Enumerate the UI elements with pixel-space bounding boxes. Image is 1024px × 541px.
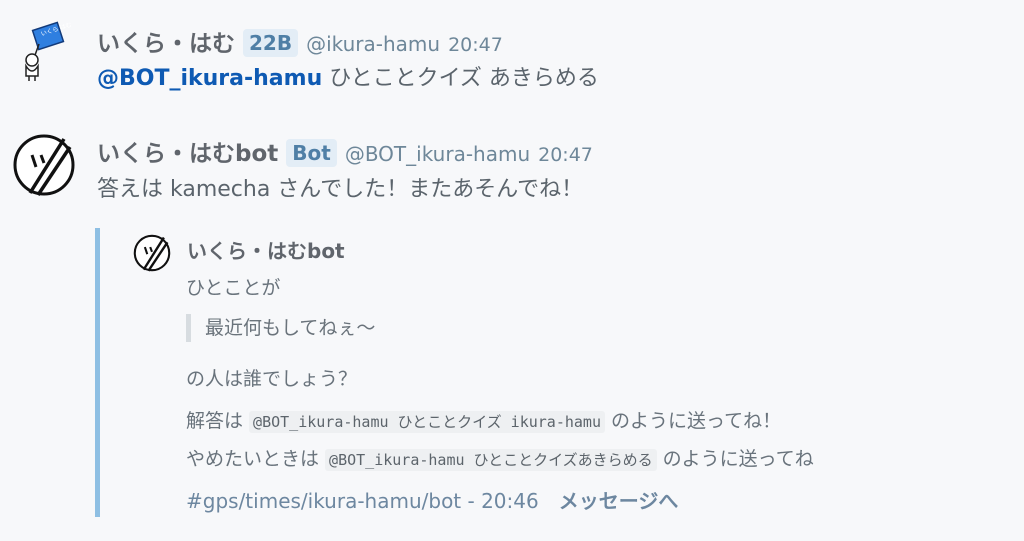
message-text: ひとことクイズ あきらめる xyxy=(322,66,599,91)
embed-answer-line: 解答は @BOT_ikura-hamu ひとことクイズ ikura-hamu の… xyxy=(186,406,781,433)
embed-line-1: ひとことが xyxy=(186,277,281,299)
mention-link[interactable]: @BOT_ikura-hamu xyxy=(97,66,322,91)
quit-code: @BOT_ikura-hamu ひとことクイズあきらめる xyxy=(325,449,657,471)
quit-prefix: やめたいときは xyxy=(186,448,326,470)
answer-prefix: 解答は xyxy=(186,410,250,432)
embed-quit-line: やめたいときは @BOT_ikura-hamu ひとことクイズあきらめる のよう… xyxy=(186,444,814,471)
bot-face-avatar-icon[interactable] xyxy=(12,133,76,197)
jump-to-message-link[interactable]: メッセージへ xyxy=(559,489,679,513)
answer-code: @BOT_ikura-hamu ひとことクイズ ikura-hamu xyxy=(249,411,605,433)
embed-footer: #gps/times/ikura-hamu/bot - 20:46 メッセージへ xyxy=(186,485,678,514)
username[interactable]: いくら・はむbot xyxy=(97,134,278,168)
bot-face-avatar-icon xyxy=(133,234,171,272)
embed-quote: 最近何もしてねぇ〜 xyxy=(186,314,375,342)
timestamp[interactable]: 20:47 xyxy=(538,144,593,166)
embedded-message[interactable]: いくら・はむbot ひとことが 最近何もしてねぇ〜 の人は誰でしょう？ 解答は … xyxy=(95,228,980,517)
quit-suffix: のように送ってね xyxy=(656,448,814,470)
message-body: @BOT_ikura-hamu ひとことクイズ あきらめる xyxy=(97,60,599,92)
channel-link[interactable]: #gps/times/ikura-hamu/bot - 20:46 xyxy=(186,489,539,513)
embed-author[interactable]: いくら・はむbot xyxy=(187,235,345,264)
answer-suffix: のように送ってね！ xyxy=(604,410,782,432)
username[interactable]: いくら・はむ xyxy=(97,24,235,58)
embed-line-2: の人は誰でしょう？ xyxy=(186,368,358,390)
message-text: 答えは kamecha さんでした！またあそんでね！ xyxy=(97,177,584,202)
timestamp[interactable]: 20:47 xyxy=(448,34,503,56)
user-handle[interactable]: @BOT_ikura-hamu xyxy=(345,142,530,166)
bot-tag-badge[interactable]: Bot xyxy=(286,139,337,167)
sign-holder-avatar-icon[interactable]: いくら はむ xyxy=(12,18,76,82)
user-handle[interactable]: @ikura-hamu xyxy=(306,32,440,56)
user-tag-badge[interactable]: 22B xyxy=(243,29,299,57)
